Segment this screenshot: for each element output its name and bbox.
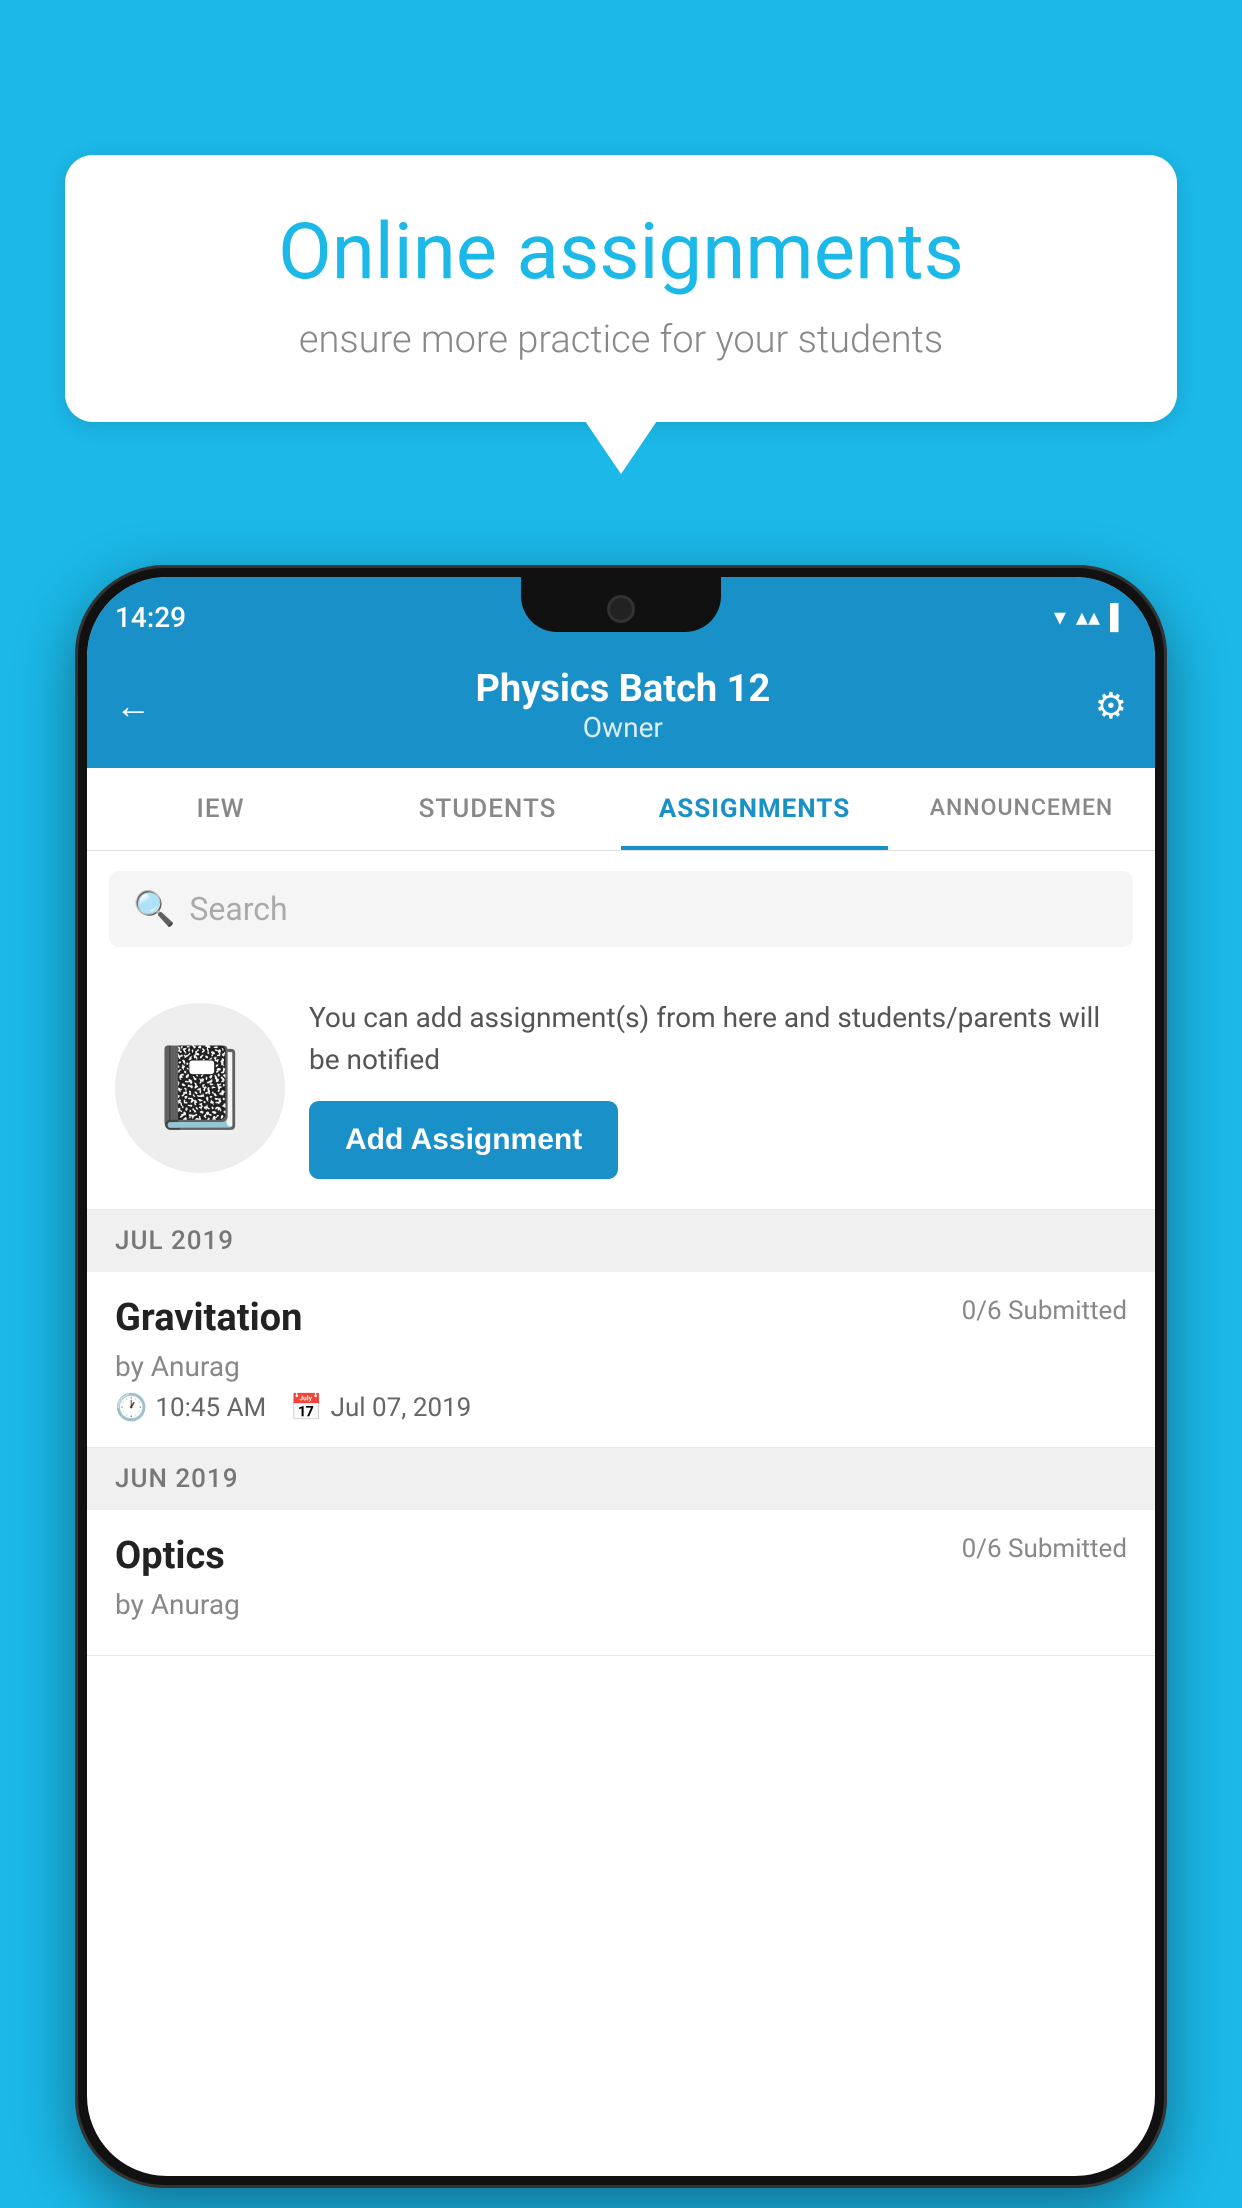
add-assignment-button[interactable]: Add Assignment [309, 1101, 618, 1179]
header-title-block: Physics Batch 12 Owner [475, 667, 770, 744]
calendar-icon: 📅 [290, 1393, 322, 1423]
add-assignment-right: You can add assignment(s) from here and … [309, 997, 1127, 1179]
clock-icon: 🕐 [115, 1393, 147, 1423]
assignment-item-header: Gravitation 0/6 Submitted [115, 1296, 1127, 1340]
add-assignment-promo: 📓 You can add assignment(s) from here an… [87, 967, 1155, 1210]
signal-icon: ▴▴ [1076, 603, 1100, 631]
phone-frame: 14:29 ▾ ▴▴ ▌ ← Physics Batch 12 Owner ⚙ … [75, 565, 1167, 2188]
screen-content: 14:29 ▾ ▴▴ ▌ ← Physics Batch 12 Owner ⚙ … [87, 577, 1155, 2176]
bubble-subtitle: ensure more practice for your students [125, 318, 1117, 362]
phone-notch [521, 577, 721, 632]
add-assignment-desc: You can add assignment(s) from here and … [309, 997, 1127, 1081]
assignment-item-gravitation[interactable]: Gravitation 0/6 Submitted by Anurag 🕐 10… [87, 1272, 1155, 1448]
section-header-jul: JUL 2019 [87, 1210, 1155, 1272]
search-input[interactable]: Search [189, 890, 287, 928]
assignment-date: 📅 Jul 07, 2019 [290, 1393, 471, 1423]
assignment-name: Gravitation [115, 1296, 302, 1340]
assignment-time: 🕐 10:45 AM [115, 1393, 266, 1423]
assignment-time-value: 10:45 AM [155, 1393, 266, 1423]
assignment-name-optics: Optics [115, 1534, 225, 1578]
tab-announcements[interactable]: ANNOUNCEMEN [888, 768, 1155, 850]
assignment-submitted-optics: 0/6 Submitted [962, 1534, 1127, 1564]
section-month-jun: JUN 2019 [115, 1464, 238, 1494]
header-subtitle: Owner [475, 711, 770, 744]
section-month-jul: JUL 2019 [115, 1226, 234, 1256]
section-header-jun: JUN 2019 [87, 1448, 1155, 1510]
header-title: Physics Batch 12 [475, 667, 770, 711]
status-time: 14:29 [115, 601, 186, 634]
phone-screen: 14:29 ▾ ▴▴ ▌ ← Physics Batch 12 Owner ⚙ … [87, 577, 1155, 2176]
assignment-item-header-optics: Optics 0/6 Submitted [115, 1534, 1127, 1578]
assignment-item-optics[interactable]: Optics 0/6 Submitted by Anurag [87, 1510, 1155, 1656]
front-camera [607, 595, 635, 623]
back-button[interactable]: ← [115, 685, 151, 727]
tab-assignments[interactable]: ASSIGNMENTS [621, 768, 888, 850]
tabs-bar: IEW STUDENTS ASSIGNMENTS ANNOUNCEMEN [87, 768, 1155, 851]
app-header: ← Physics Batch 12 Owner ⚙ [87, 649, 1155, 768]
search-container: 🔍 Search [87, 851, 1155, 967]
assignment-submitted: 0/6 Submitted [962, 1296, 1127, 1326]
speech-bubble: Online assignments ensure more practice … [65, 155, 1177, 422]
assignment-author: by Anurag [115, 1350, 1127, 1383]
notebook-icon: 📓 [150, 1041, 250, 1135]
assignment-meta: 🕐 10:45 AM 📅 Jul 07, 2019 [115, 1393, 1127, 1423]
assignment-date-value: Jul 07, 2019 [331, 1393, 472, 1423]
search-bar[interactable]: 🔍 Search [109, 871, 1133, 947]
tab-iew[interactable]: IEW [87, 768, 354, 850]
bubble-title: Online assignments [125, 210, 1117, 296]
battery-icon: ▌ [1110, 603, 1127, 632]
promo-card: Online assignments ensure more practice … [65, 155, 1177, 422]
status-icons: ▾ ▴▴ ▌ [1054, 603, 1127, 632]
settings-button[interactable]: ⚙ [1095, 685, 1127, 727]
search-icon: 🔍 [133, 889, 175, 929]
wifi-icon: ▾ [1054, 603, 1066, 631]
assignment-icon-circle: 📓 [115, 1003, 285, 1173]
tab-students[interactable]: STUDENTS [354, 768, 621, 850]
assignment-author-optics: by Anurag [115, 1588, 1127, 1621]
